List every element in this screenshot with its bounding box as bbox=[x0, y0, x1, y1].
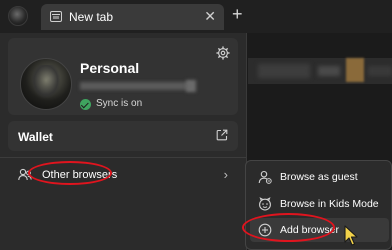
menu-item-browse-in-kids-mode[interactable]: Browse in Kids Mode bbox=[250, 192, 389, 216]
wallet-button[interactable]: Wallet bbox=[8, 121, 238, 151]
open-external-icon bbox=[216, 129, 228, 141]
background-blur bbox=[258, 64, 310, 78]
annotation-circle-add-browser bbox=[242, 213, 335, 242]
menu-item-browse-as-guest[interactable]: Browse as guest bbox=[250, 165, 389, 189]
background-blur bbox=[346, 58, 364, 82]
browse-in-kids-mode-label: Browse in Kids Mode bbox=[280, 198, 379, 210]
sync-status: Sync is on bbox=[96, 98, 143, 109]
sync-check-icon bbox=[80, 99, 91, 110]
profile-picture bbox=[20, 58, 72, 110]
profile-card: Personal Sync is on bbox=[8, 38, 238, 115]
browse-as-guest-label: Browse as guest bbox=[280, 171, 358, 183]
new-tab-page-icon bbox=[50, 11, 62, 22]
redacted-email bbox=[80, 82, 192, 90]
guest-icon bbox=[258, 170, 272, 184]
profile-name: Personal bbox=[80, 60, 140, 76]
chevron-right-icon: › bbox=[223, 167, 228, 182]
tab-title: New tab bbox=[69, 10, 114, 24]
tab-new-tab[interactable]: New tab ✕ bbox=[41, 4, 224, 30]
background-blur bbox=[368, 66, 392, 76]
redacted-email bbox=[186, 80, 196, 92]
new-tab-button[interactable]: + bbox=[232, 5, 243, 23]
screenshot-stage: New tab ✕ + Personal Sync is on Wallet O… bbox=[0, 0, 392, 250]
close-tab-icon[interactable]: ✕ bbox=[204, 9, 216, 23]
mouse-cursor-icon bbox=[344, 225, 358, 246]
profile-flyout: Personal Sync is on Wallet Other browser… bbox=[0, 33, 247, 250]
profile-avatar-button[interactable] bbox=[8, 6, 28, 26]
wallet-label: Wallet bbox=[18, 130, 53, 144]
tab-strip: New tab ✕ + bbox=[0, 0, 392, 33]
background-blur bbox=[318, 66, 340, 76]
kids-mode-icon bbox=[259, 197, 271, 211]
menu-divider bbox=[0, 157, 246, 158]
gear-icon[interactable] bbox=[216, 46, 230, 60]
annotation-circle-other-browsers bbox=[28, 161, 112, 185]
